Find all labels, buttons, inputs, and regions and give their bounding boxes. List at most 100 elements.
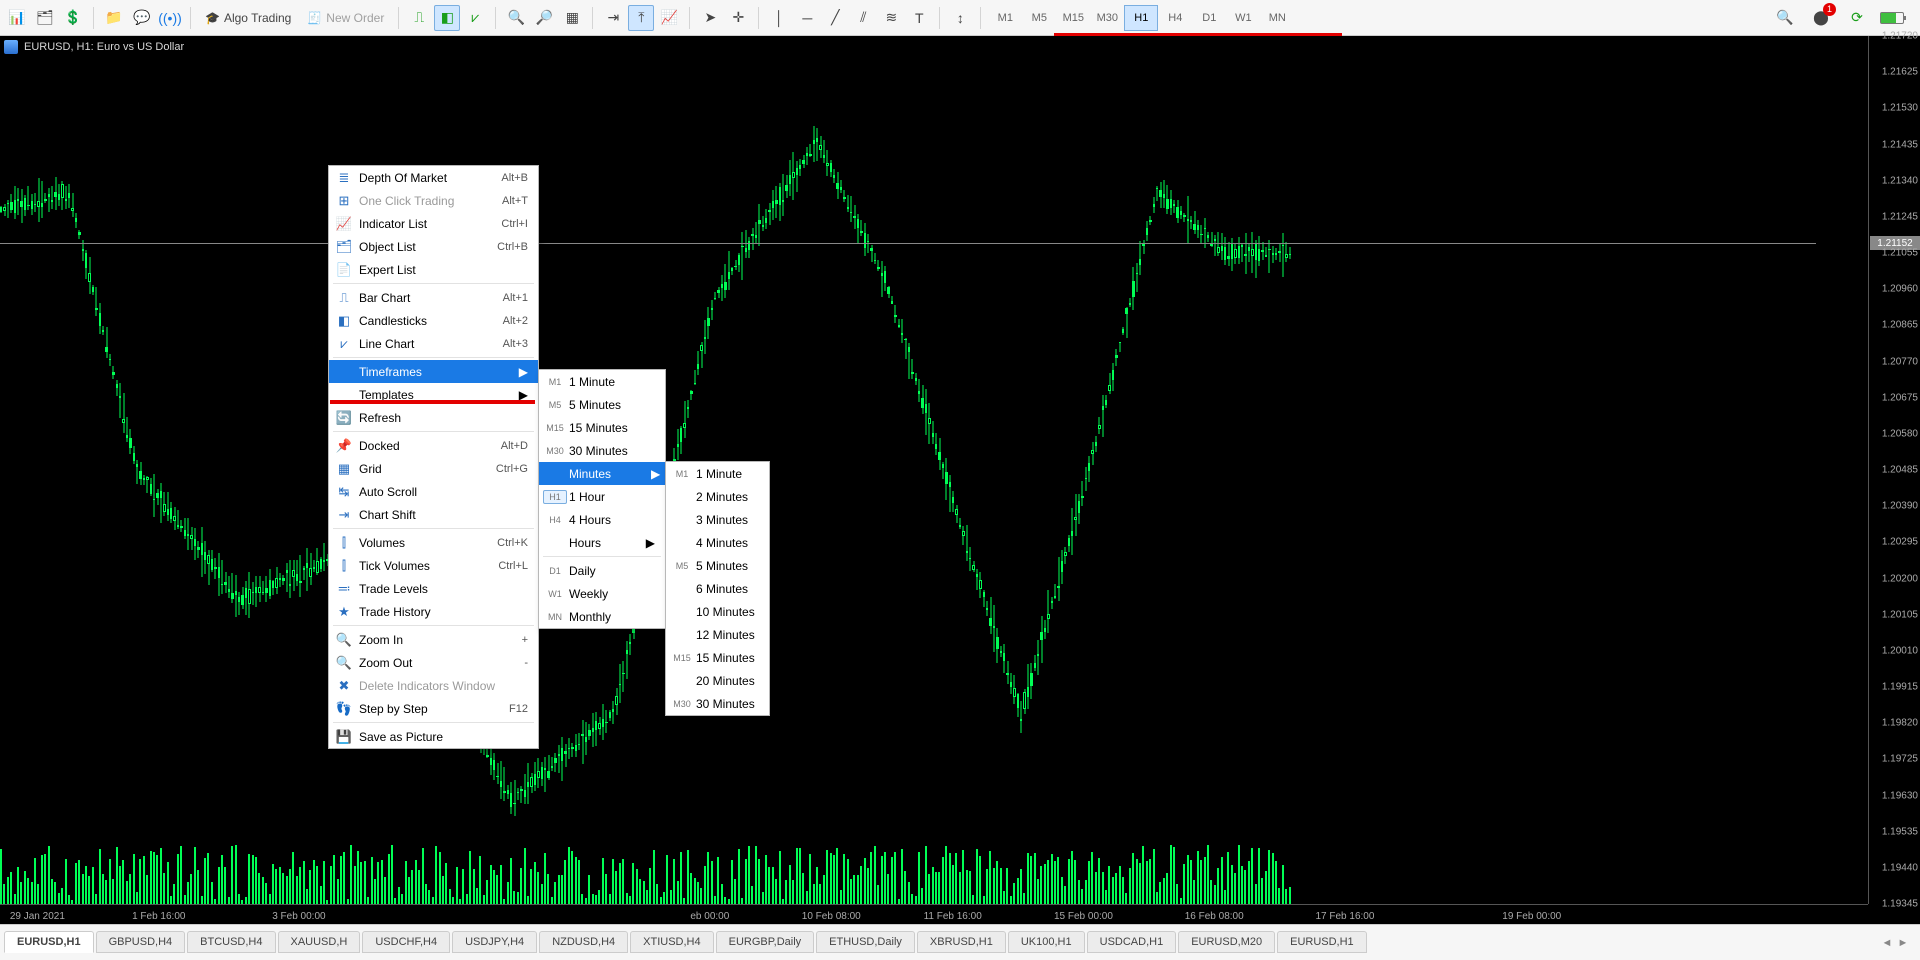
- menu-item[interactable]: M3030 Minutes: [666, 692, 769, 715]
- menu-item[interactable]: 4 Minutes: [666, 531, 769, 554]
- navigator-icon[interactable]: 📁: [101, 5, 127, 31]
- chart-tab[interactable]: BTCUSD,H4: [187, 931, 275, 953]
- auto-arrange-icon[interactable]: ▦: [559, 5, 585, 31]
- zoom-out-icon[interactable]: 🔎: [531, 5, 557, 31]
- menu-item[interactable]: 20 Minutes: [666, 669, 769, 692]
- menu-item[interactable]: 10 Minutes: [666, 600, 769, 623]
- menu-item[interactable]: 👣Step by StepF12: [329, 697, 538, 720]
- search-icon[interactable]: 🔍: [1772, 5, 1798, 31]
- auto-scroll-icon[interactable]: ⤒: [628, 5, 654, 31]
- menu-item[interactable]: ★Trade History: [329, 600, 538, 623]
- menu-item[interactable]: ▦GridCtrl+G: [329, 457, 538, 480]
- menu-item[interactable]: 2 Minutes: [666, 485, 769, 508]
- menu-item[interactable]: ◧CandlesticksAlt+2: [329, 309, 538, 332]
- menu-item[interactable]: H11 Hour: [539, 485, 665, 508]
- menu-item[interactable]: 📈Indicator ListCtrl+I: [329, 212, 538, 235]
- chat-icon[interactable]: 💬: [129, 5, 155, 31]
- menu-item[interactable]: 12 Minutes: [666, 623, 769, 646]
- chart-tab[interactable]: XBRUSD,H1: [917, 931, 1006, 953]
- timeframes-submenu[interactable]: M11 MinuteM55 MinutesM1515 MinutesM3030 …: [538, 369, 666, 629]
- chart-tab[interactable]: EURUSD,H1: [1277, 931, 1367, 953]
- equidistant-icon[interactable]: ⫽: [850, 5, 876, 31]
- algo-trading-button[interactable]: 🎓 Algo Trading: [198, 5, 298, 31]
- menu-item[interactable]: M3030 Minutes: [539, 439, 665, 462]
- tab-scroll-left-icon[interactable]: ◄: [1880, 937, 1894, 949]
- menu-item[interactable]: 🔍Zoom Out-: [329, 651, 538, 674]
- menu-item[interactable]: ↹Auto Scroll: [329, 480, 538, 503]
- chart-tab[interactable]: USDCHF,H4: [362, 931, 450, 953]
- menu-item[interactable]: 📌DockedAlt+D: [329, 434, 538, 457]
- text-label-icon[interactable]: T: [906, 5, 932, 31]
- chart-tab[interactable]: ETHUSD,Daily: [816, 931, 915, 953]
- menu-item[interactable]: Timeframes▶: [329, 360, 538, 383]
- timeframe-m5-button[interactable]: M5: [1022, 5, 1056, 31]
- timeframe-h1-button[interactable]: H1: [1124, 5, 1158, 31]
- menu-item[interactable]: ⫿VolumesCtrl+K: [329, 531, 538, 554]
- menu-item[interactable]: 🗂Object ListCtrl+B: [329, 235, 538, 258]
- indicators-icon[interactable]: 📈: [656, 5, 682, 31]
- chart-canvas[interactable]: [0, 36, 1868, 904]
- timeframe-d1-button[interactable]: D1: [1192, 5, 1226, 31]
- timeframe-m30-button[interactable]: M30: [1090, 5, 1124, 31]
- chart-tab[interactable]: EURGBP,Daily: [716, 931, 815, 953]
- vline-icon[interactable]: │: [766, 5, 792, 31]
- tab-scroll-right-icon[interactable]: ►: [1896, 937, 1910, 949]
- menu-item[interactable]: M1515 Minutes: [666, 646, 769, 669]
- menu-item[interactable]: M1515 Minutes: [539, 416, 665, 439]
- trendline-icon[interactable]: ╱: [822, 5, 848, 31]
- menu-item[interactable]: M55 Minutes: [666, 554, 769, 577]
- candlestick-chart-icon[interactable]: ◧: [434, 5, 460, 31]
- objects-icon[interactable]: ↕: [947, 5, 973, 31]
- zoom-in-icon[interactable]: 🔍: [503, 5, 529, 31]
- minutes-submenu[interactable]: M11 Minute2 Minutes3 Minutes4 MinutesM55…: [665, 461, 770, 716]
- menu-item[interactable]: ⩗Line ChartAlt+3: [329, 332, 538, 355]
- timeframe-m1-button[interactable]: M1: [988, 5, 1022, 31]
- menu-item[interactable]: 📄Expert List: [329, 258, 538, 281]
- fibo-icon[interactable]: ≋: [878, 5, 904, 31]
- chart-tab[interactable]: USDCAD,H1: [1087, 931, 1177, 953]
- menu-item[interactable]: Hours▶: [539, 531, 665, 554]
- menu-item[interactable]: Minutes▶: [539, 462, 665, 485]
- chart-shift-icon[interactable]: ⇥: [600, 5, 626, 31]
- menu-item[interactable]: 6 Minutes: [666, 577, 769, 600]
- signals-icon[interactable]: ((•)): [157, 5, 183, 31]
- new-chart-icon[interactable]: 📊: [4, 5, 30, 31]
- bar-chart-icon[interactable]: ⎍: [406, 5, 432, 31]
- chart-tab[interactable]: XAUUSD,H: [278, 931, 361, 953]
- menu-item[interactable]: 🔍Zoom In+: [329, 628, 538, 651]
- menu-item[interactable]: M55 Minutes: [539, 393, 665, 416]
- menu-item[interactable]: M11 Minute: [539, 370, 665, 393]
- timeframe-w1-button[interactable]: W1: [1226, 5, 1260, 31]
- connection-status-icon[interactable]: ⟳: [1844, 5, 1870, 31]
- menu-item[interactable]: D1Daily: [539, 559, 665, 582]
- menu-item[interactable]: ⇥Chart Shift: [329, 503, 538, 526]
- timeframe-m15-button[interactable]: M15: [1056, 5, 1090, 31]
- menu-item[interactable]: 💾Save as Picture: [329, 725, 538, 748]
- menu-item[interactable]: ⎍Bar ChartAlt+1: [329, 286, 538, 309]
- chart-context-menu[interactable]: ≣Depth Of MarketAlt+B⊞One Click TradingA…: [328, 165, 539, 749]
- chart-tab[interactable]: XTIUSD,H4: [630, 931, 713, 953]
- menu-item[interactable]: ≕Trade Levels: [329, 577, 538, 600]
- profiles-icon[interactable]: 🗂: [32, 5, 58, 31]
- line-chart-icon[interactable]: ⩗: [462, 5, 488, 31]
- menu-item[interactable]: 3 Minutes: [666, 508, 769, 531]
- chart-tab[interactable]: UK100,H1: [1008, 931, 1085, 953]
- hline-icon[interactable]: ─: [794, 5, 820, 31]
- menu-item[interactable]: H44 Hours: [539, 508, 665, 531]
- menu-item[interactable]: ⫿Tick VolumesCtrl+L: [329, 554, 538, 577]
- chart-tab[interactable]: USDJPY,H4: [452, 931, 537, 953]
- crosshair-icon[interactable]: ✛: [725, 5, 751, 31]
- chart-area[interactable]: EURUSD, H1: Euro vs US Dollar 1.21152 1.…: [0, 36, 1920, 924]
- chart-tab[interactable]: EURUSD,M20: [1178, 931, 1275, 953]
- new-order-button[interactable]: 🧾 New Order: [300, 5, 391, 31]
- menu-item[interactable]: M11 Minute: [666, 462, 769, 485]
- menu-item[interactable]: ≣Depth Of MarketAlt+B: [329, 166, 538, 189]
- menu-item[interactable]: 🔄Refresh: [329, 406, 538, 429]
- menu-item[interactable]: MNMonthly: [539, 605, 665, 628]
- chart-tab[interactable]: GBPUSD,H4: [96, 931, 186, 953]
- timeframe-h4-button[interactable]: H4: [1158, 5, 1192, 31]
- notifications-icon[interactable]: ⬤ 1: [1808, 5, 1834, 31]
- market-watch-icon[interactable]: 💲: [60, 5, 86, 31]
- cursor-icon[interactable]: ➤: [697, 5, 723, 31]
- timeframe-mn-button[interactable]: MN: [1260, 5, 1294, 31]
